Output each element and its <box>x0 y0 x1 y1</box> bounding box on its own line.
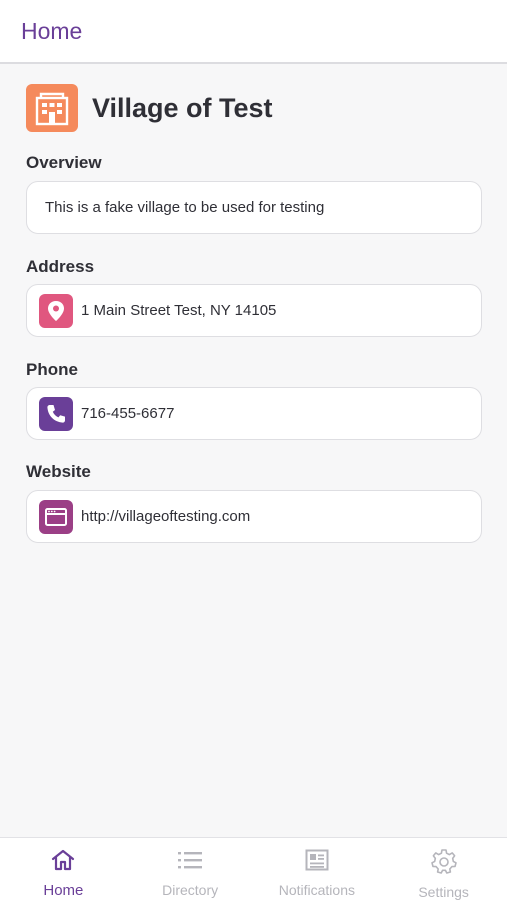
address-text: 1 Main Street Test, NY 14105 <box>81 302 277 319</box>
address-label: Address <box>26 257 95 276</box>
phone-label: Phone <box>26 360 78 379</box>
phone-icon <box>39 396 73 431</box>
village-details: Village of Test Overview This is a fake … <box>0 64 507 837</box>
gear-icon <box>430 848 457 879</box>
tab-directory-label: Directory <box>162 882 219 898</box>
newspaper-icon <box>304 848 330 877</box>
overview-card: This is a fake village to be used for te… <box>26 181 482 234</box>
tab-settings-label: Settings <box>418 884 469 900</box>
bottom-tab-bar: Home Directory Notifications Settings <box>0 837 507 900</box>
tab-notifications[interactable]: Notifications <box>254 838 381 900</box>
website-label: Website <box>26 462 91 481</box>
tab-notifications-label: Notifications <box>278 882 355 898</box>
phone-text: 716-455-6677 <box>81 405 175 422</box>
tab-settings[interactable]: Settings <box>380 838 507 900</box>
overview-label: Overview <box>26 153 102 172</box>
tab-directory[interactable]: Directory <box>127 838 254 900</box>
building-icon <box>26 84 78 132</box>
list-icon <box>176 848 204 877</box>
tab-home-label: Home <box>43 882 84 899</box>
phone-card[interactable]: 716-455-6677 <box>26 387 482 440</box>
website-card[interactable]: http://villageoftesting.com <box>26 490 482 543</box>
app-header: Home <box>0 0 507 64</box>
village-name: Village of Test <box>92 92 273 123</box>
tab-home[interactable]: Home <box>0 838 127 900</box>
village-header: Village of Test <box>26 84 273 132</box>
map-pin-icon <box>39 293 73 328</box>
overview-text: This is a fake village to be used for te… <box>45 199 325 216</box>
browser-window-icon <box>39 499 73 534</box>
page-title: Home <box>21 18 83 44</box>
website-text: http://villageoftesting.com <box>81 508 251 525</box>
home-icon <box>50 848 76 877</box>
address-card[interactable]: 1 Main Street Test, NY 14105 <box>26 284 482 337</box>
